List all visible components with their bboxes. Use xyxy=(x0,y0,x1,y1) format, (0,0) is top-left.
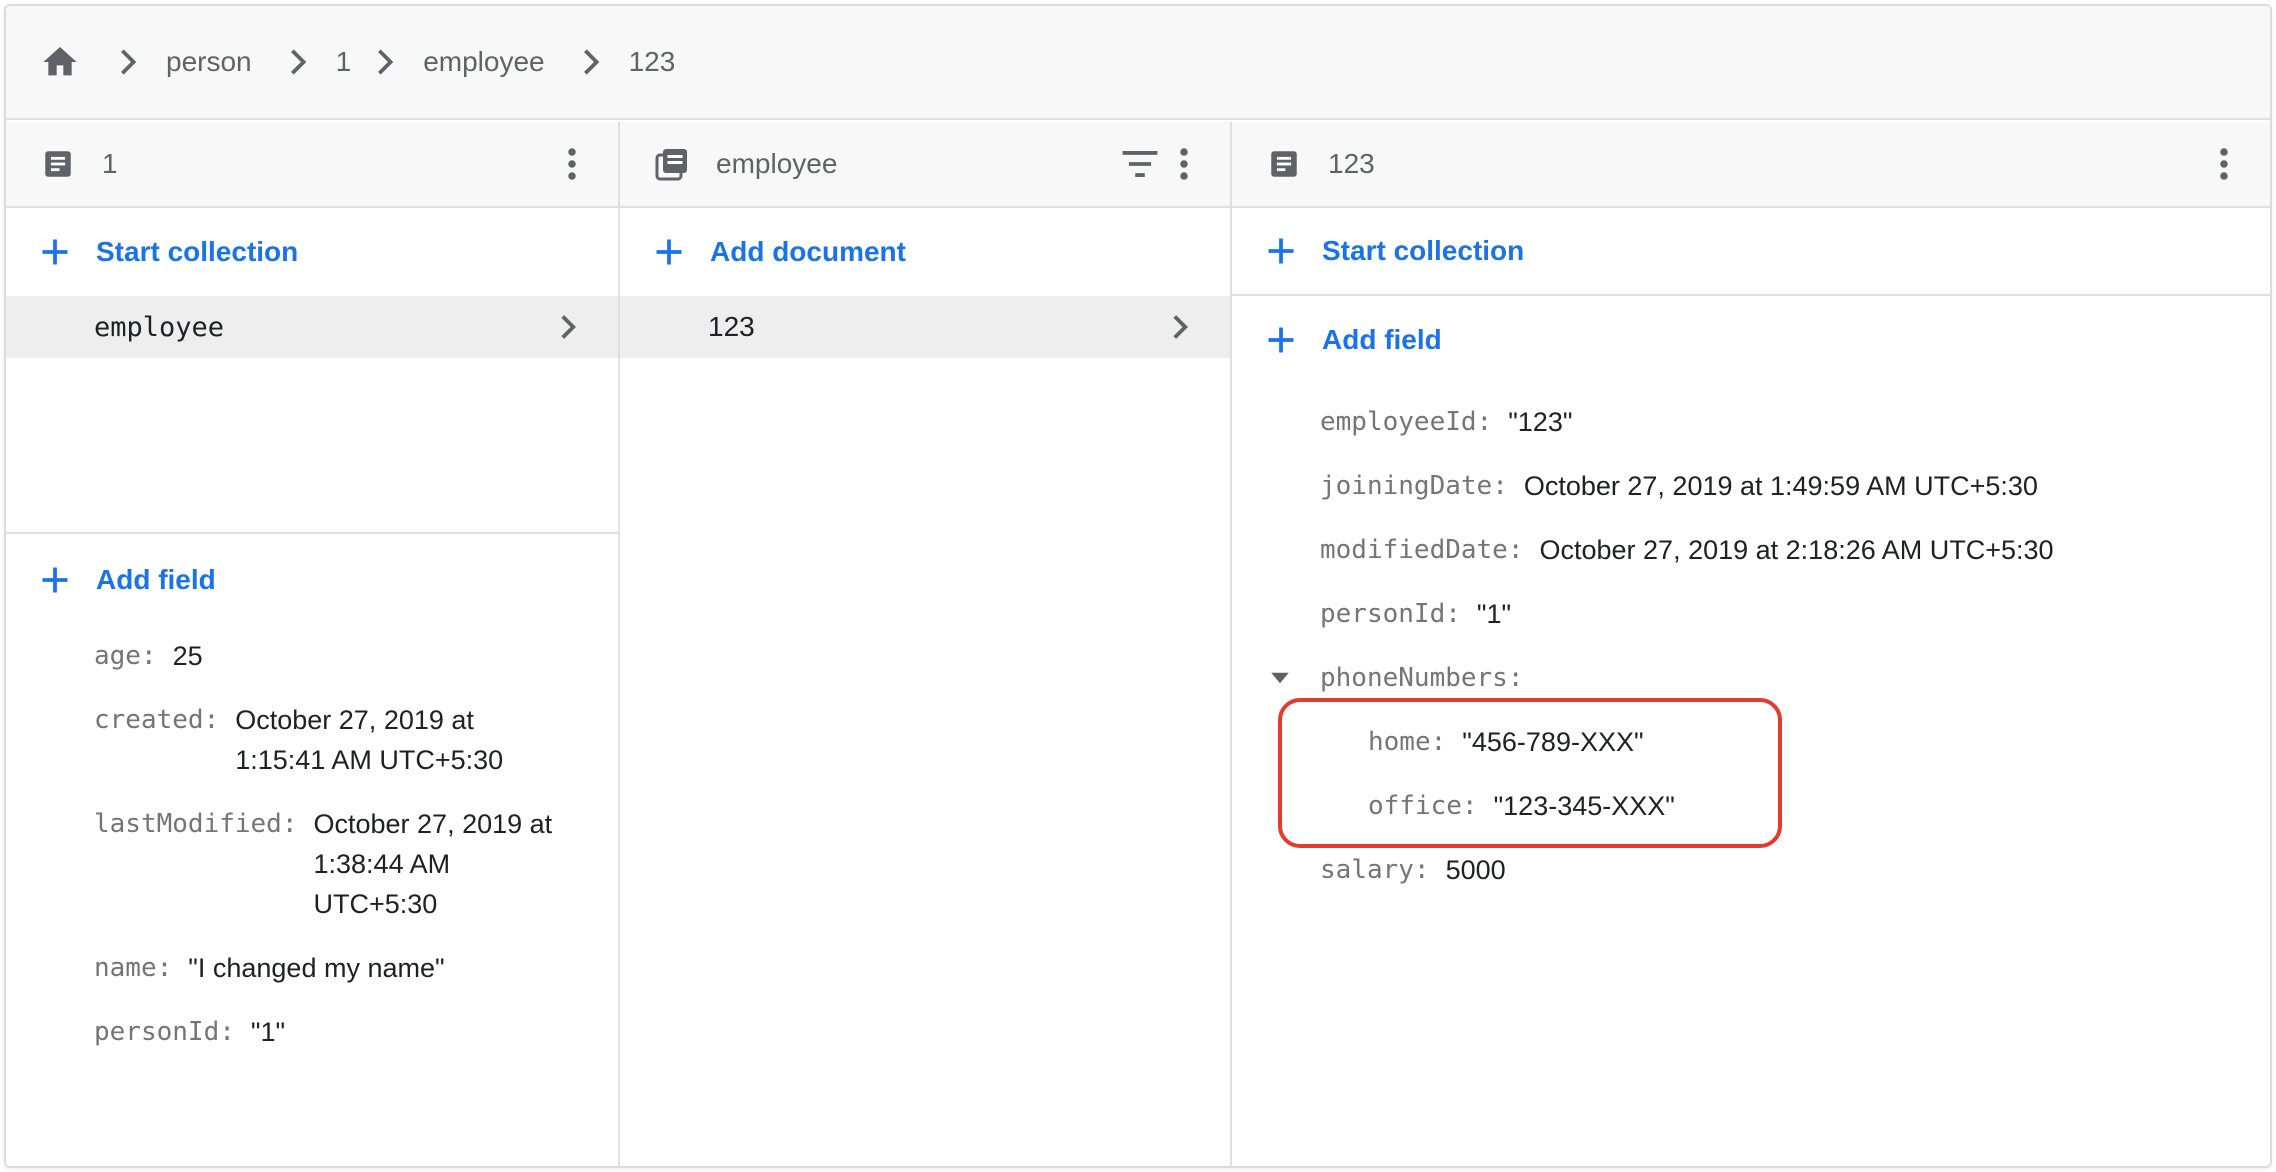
field-office: office "123-345-XXX" xyxy=(1368,786,1675,826)
field-modifiedDate: modifiedDate October 27, 2019 at 2:18:26… xyxy=(1320,530,2054,570)
field-key: modifiedDate xyxy=(1320,530,1524,570)
breadcrumb: person 1 employee 123 xyxy=(6,6,2270,120)
document-panel-123: 123 Start collection Add field employeeI… xyxy=(1232,122,2270,1166)
field-key: age xyxy=(94,636,157,676)
field-key: employeeId xyxy=(1320,402,1492,442)
panel-title: 123 xyxy=(1328,148,1375,180)
field-home: home "456-789-XXX" xyxy=(1368,722,1644,762)
field-age: age 25 xyxy=(94,636,203,676)
field-value: October 27, 2019 at 1:38:44 AM UTC+5:30 xyxy=(314,804,553,924)
field-value-line: UTC+5:30 xyxy=(314,889,438,919)
field-personId: personId "1" xyxy=(1320,594,1511,634)
field-employeeId: employeeId "123" xyxy=(1320,402,1572,442)
chevron-right-icon xyxy=(581,40,601,84)
add-document-label: Add document xyxy=(710,236,906,268)
field-personId: personId "1" xyxy=(94,1012,285,1052)
more-vert-icon[interactable] xyxy=(2204,144,2244,184)
plus-icon xyxy=(36,233,74,271)
add-field-label: Add field xyxy=(96,564,216,596)
start-collection-label: Start collection xyxy=(1322,235,1524,267)
add-field-label: Add field xyxy=(1322,324,1442,356)
chevron-right-icon xyxy=(548,307,588,347)
field-key: name xyxy=(94,948,172,988)
collapse-caret-icon[interactable] xyxy=(1266,664,1294,692)
document-panel-1: 1 Start collection employee Add field xyxy=(6,122,620,1166)
field-value: 5000 xyxy=(1446,850,1506,890)
more-vert-icon[interactable] xyxy=(552,144,592,184)
field-value: October 27, 2019 at 2:18:26 AM UTC+5:30 xyxy=(1540,530,2054,570)
plus-icon xyxy=(36,561,74,599)
panel-title: employee xyxy=(716,148,837,180)
start-collection-button[interactable]: Start collection xyxy=(1232,208,2270,296)
chevron-right-icon xyxy=(1160,307,1200,347)
field-value: "I changed my name" xyxy=(188,948,444,988)
add-field-button[interactable]: Add field xyxy=(6,536,618,624)
chevron-right-icon xyxy=(118,40,138,84)
panel-title: 1 xyxy=(102,148,118,180)
document-label: 123 xyxy=(708,311,755,343)
breadcrumb-item-employee[interactable]: employee xyxy=(423,46,544,78)
field-value: "123" xyxy=(1508,402,1572,442)
field-value-line: 1:15:41 AM UTC+5:30 xyxy=(235,745,503,775)
field-value: October 27, 2019 at 1:15:41 AM UTC+5:30 xyxy=(235,700,503,780)
panel-header: 1 xyxy=(6,122,618,208)
add-document-button[interactable]: Add document xyxy=(620,208,1230,296)
field-value: "1" xyxy=(251,1012,285,1052)
field-value-line: October 27, 2019 at xyxy=(314,809,553,839)
chevron-right-icon xyxy=(288,40,308,84)
add-field-button[interactable]: Add field xyxy=(1232,296,2270,384)
plus-icon xyxy=(1262,321,1300,359)
breadcrumb-item-1[interactable]: 1 xyxy=(336,46,352,78)
field-value: October 27, 2019 at 1:49:59 AM UTC+5:30 xyxy=(1524,466,2038,506)
field-phoneNumbers: phoneNumbers xyxy=(1320,658,1524,698)
field-created: created October 27, 2019 at 1:15:41 AM U… xyxy=(94,700,503,780)
collection-label: employee xyxy=(94,312,224,343)
firestore-data-viewer: person 1 employee 123 1 Start c xyxy=(4,4,2272,1168)
field-key: office xyxy=(1368,786,1478,826)
plus-icon xyxy=(1262,232,1300,270)
breadcrumb-item-123[interactable]: 123 xyxy=(629,46,676,78)
more-vert-icon[interactable] xyxy=(1164,144,1204,184)
collection-icon xyxy=(652,144,692,184)
chevron-right-icon xyxy=(375,40,395,84)
field-key: home xyxy=(1368,722,1446,762)
document-icon xyxy=(38,144,78,184)
document-icon xyxy=(1264,144,1304,184)
field-key: personId xyxy=(1320,594,1461,634)
panel-header: 123 xyxy=(1232,122,2270,208)
document-item-123[interactable]: 123 xyxy=(620,296,1230,358)
field-key: personId xyxy=(94,1012,235,1052)
breadcrumb-item-person[interactable]: person xyxy=(166,46,252,78)
field-salary: salary 5000 xyxy=(1320,850,1506,890)
start-collection-label: Start collection xyxy=(96,236,298,268)
start-collection-button[interactable]: Start collection xyxy=(6,208,618,296)
field-value: 25 xyxy=(173,636,203,676)
field-key: salary xyxy=(1320,850,1430,890)
field-lastModified: lastModified October 27, 2019 at 1:38:44… xyxy=(94,804,552,924)
home-icon[interactable] xyxy=(38,40,82,84)
field-key: created xyxy=(94,700,219,780)
field-value: "456-789-XXX" xyxy=(1462,722,1643,762)
collection-item-employee[interactable]: employee xyxy=(6,296,618,358)
map-key: phoneNumbers xyxy=(1320,658,1524,698)
field-value-line: October 27, 2019 at xyxy=(235,705,474,735)
field-key: lastModified xyxy=(94,804,298,924)
divider xyxy=(6,532,618,534)
field-value: "1" xyxy=(1477,594,1511,634)
field-value: "123-345-XXX" xyxy=(1494,786,1675,826)
plus-icon xyxy=(650,233,688,271)
collection-panel-employee: employee Add document 123 xyxy=(620,122,1232,1166)
filter-icon[interactable] xyxy=(1120,144,1160,184)
field-name: name "I changed my name" xyxy=(94,948,445,988)
field-value-line: 1:38:44 AM xyxy=(314,849,451,879)
panel-header: employee xyxy=(620,122,1230,208)
field-key: joiningDate xyxy=(1320,466,1508,506)
field-joiningDate: joiningDate October 27, 2019 at 1:49:59 … xyxy=(1320,466,2038,506)
